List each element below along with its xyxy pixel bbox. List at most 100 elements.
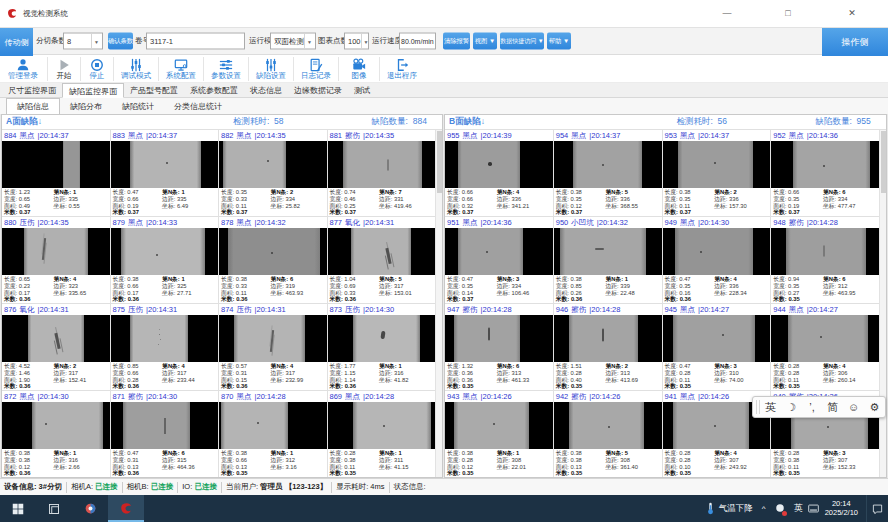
ime-gear-icon[interactable]: ⚙ [864, 401, 885, 414]
defect-card[interactable]: 949黑点|20:14:30长度: 0.47宽度: 0.35面积: 0.16米数… [663, 217, 771, 303]
weather-text[interactable]: 气温下降 [715, 503, 757, 515]
toolbar-button-停止[interactable]: 停止 [82, 55, 112, 83]
ime-punct-icon[interactable]: ’, [802, 401, 823, 413]
defect-meta: 长度: 0.38宽度: 0.28面积: 0.12米数: 0.35第N条: 1边距… [445, 449, 553, 477]
help-menu-button[interactable]: 帮助 ▼ [547, 33, 571, 50]
panel-header: A面缺陷↓检测耗时: 58缺陷数量: 884 [2, 115, 442, 130]
defect-card[interactable]: 876氧化|20:14:31长度: 4.52宽度: 1.46面积: 1.90米数… [2, 304, 110, 390]
ime-moon-icon[interactable]: ☽ [781, 401, 802, 414]
toolbar-button-缺陷设置[interactable]: 缺陷设置 [250, 55, 292, 83]
defect-card[interactable]: 950小凹坑|20:14:32长度: 0.38宽度: 0.85面积: 0.26米… [554, 217, 662, 303]
defect-card[interactable]: 880压伤|20:14:35长度: 0.65宽度: 0.23面积: 0.17米数… [2, 217, 110, 303]
ime-simp-button[interactable]: 简 [822, 400, 843, 415]
toolbar-button-系统配置[interactable]: 系统配置 [160, 55, 202, 83]
defect-card[interactable]: 953黑点|20:14:37长度: 0.38宽度: 0.35面积: 0.11米数… [663, 130, 771, 216]
defect-card[interactable]: 869黑点|20:14:28长度: 0.28宽度: 0.38面积: 0.11米数… [328, 391, 436, 477]
clear-alarm-button[interactable]: 清除报警 [443, 33, 470, 50]
chart-points-select[interactable]: 100▼ [344, 33, 369, 50]
view-menu-button[interactable]: 视图 ▼ [473, 33, 497, 50]
material-band [454, 315, 521, 362]
defect-card[interactable]: 952黑点|20:14:36长度: 0.66宽度: 0.35面积: 0.19米数… [771, 130, 879, 216]
toolbar-button-调试模式[interactable]: 调试模式 [115, 55, 157, 83]
defect-card[interactable]: 883黑点|20:14:37长度: 0.47宽度: 0.66面积: 0.19米数… [111, 130, 219, 216]
main-tab-bar: 尺寸监控界面缺陷监控界面产品型号配置系统参数配置状态信息边缘数据记录测试 [0, 83, 888, 98]
tray-expand-icon[interactable]: ^ [762, 504, 766, 513]
defect-mark [488, 162, 492, 166]
defect-card[interactable]: 872黑点|20:14:30长度: 0.38宽度: 0.38面积: 0.12米数… [2, 391, 110, 477]
scrollbar-thumb[interactable] [437, 131, 442, 193]
defect-card[interactable]: 948擦伤|20:14:28长度: 0.94宽度: 0.35面积: 0.27米数… [771, 217, 879, 303]
ime-indicator[interactable]: 英 [794, 502, 803, 515]
minimize-button[interactable]: — [707, 0, 747, 27]
notification-icon[interactable] [866, 495, 888, 522]
defect-card[interactable]: 871擦伤|20:14:30长度: 0.47宽度: 0.31面积: 0.13米数… [111, 391, 219, 477]
drive-side-button[interactable]: 传动侧 [0, 28, 33, 56]
tray-app-icon[interactable] [775, 503, 785, 515]
start-button[interactable] [0, 495, 36, 522]
confirm-count-button[interactable]: 确认条数 [108, 33, 133, 50]
defect-card[interactable]: 881擦伤|20:14:35长度: 0.74宽度: 0.46面积: 0.25米数… [328, 130, 436, 216]
tab-产品型号配置[interactable]: 产品型号配置 [124, 83, 184, 97]
clock[interactable]: 20:14 2025/2/10 [825, 500, 858, 517]
defect-card-header: 872黑点|20:14:30 [2, 391, 110, 402]
defect-card[interactable]: 877氧化|20:14:31长度: 1.04宽度: 0.69面积: 0.33米数… [328, 217, 436, 303]
defect-card[interactable]: 955黑点|20:14:39长度: 0.66宽度: 0.66面积: 0.32米数… [445, 130, 553, 216]
subtab-分类信息统计[interactable]: 分类信息统计 [164, 99, 232, 114]
pinned-app-icon[interactable] [72, 495, 108, 522]
defect-card-header: 874压伤|20:14:31 [219, 304, 327, 315]
tab-尺寸监控界面[interactable]: 尺寸监控界面 [2, 83, 62, 97]
camera-b-status: 相机B: 已连接 [123, 482, 178, 492]
ime-lang-button[interactable]: 英 [760, 400, 781, 415]
toolbar-button-退出程序[interactable]: 退出程序 [381, 55, 423, 83]
scrollbar-thumb[interactable] [881, 131, 886, 193]
defect-meta: 长度: 1.77宽度: 1.15面积: 1.14米数: 0.36第N条: 1边距… [328, 362, 436, 390]
run-mode-select[interactable]: 双面检测▼ [270, 33, 316, 50]
defect-card[interactable]: 879黑点|20:14:33长度: 0.38宽度: 0.66面积: 0.17米数… [111, 217, 219, 303]
toolbar-button-开始[interactable]: 开始 [49, 55, 79, 83]
tab-测试[interactable]: 测试 [348, 83, 376, 97]
defect-card[interactable]: 954黑点|20:14:37长度: 0.38宽度: 0.35面积: 0.12米数… [554, 130, 662, 216]
defect-card[interactable]: 943黑点|20:14:26长度: 0.38宽度: 0.28面积: 0.12米数… [445, 391, 553, 477]
close-button[interactable]: ✕ [832, 0, 872, 27]
material-band [569, 402, 644, 449]
defect-card[interactable]: 945黑点|20:14:27长度: 0.47宽度: 0.28面积: 0.11米数… [663, 304, 771, 390]
defect-image [111, 141, 219, 188]
defect-card[interactable]: 882黑点|20:14:35长度: 0.35宽度: 0.33面积: 0.11米数… [219, 130, 327, 216]
keyboard-icon[interactable] [808, 504, 819, 513]
data-access-menu-button[interactable]: 数据快捷访问 ▼ [500, 33, 544, 50]
tab-系统参数配置[interactable]: 系统参数配置 [184, 83, 244, 97]
defect-card[interactable]: 870黑点|20:14:28长度: 0.38宽度: 0.66面积: 0.13米数… [219, 391, 327, 477]
tab-边缘数据记录[interactable]: 边缘数据记录 [288, 83, 348, 97]
defect-card[interactable]: 946擦伤|20:14:28长度: 1.51宽度: 0.28面积: 0.40米数… [554, 304, 662, 390]
defect-card[interactable]: 947擦伤|20:14:28长度: 1.32宽度: 0.36面积: 0.36米数… [445, 304, 553, 390]
subtab-缺陷统计[interactable]: 缺陷统计 [112, 99, 164, 114]
ime-smiley-icon[interactable]: ☺ [843, 401, 864, 413]
active-app-icon[interactable] [108, 495, 144, 522]
toolbar-button-参数设置[interactable]: 参数设置 [205, 55, 247, 83]
defect-card[interactable]: 874压伤|20:14:31长度: 0.57宽度: 0.31面积: 0.15米数… [219, 304, 327, 390]
maximize-button[interactable]: □ [768, 0, 808, 27]
toolbar-button-日志记录[interactable]: 日志记录 [295, 55, 337, 83]
defect-card[interactable]: 875压伤|20:14:31长度: 0.85宽度: 0.66面积: 0.28米数… [111, 304, 219, 390]
defect-card[interactable]: 884黑点|20:14:37长度: 1.23宽度: 0.65面积: 0.49米数… [2, 130, 110, 216]
toolbar-button-label: 管理登录 [8, 72, 38, 80]
tab-缺陷监控界面[interactable]: 缺陷监控界面 [62, 83, 124, 98]
subtab-缺陷信息[interactable]: 缺陷信息 [6, 98, 60, 114]
defect-card[interactable]: 878黑点|20:14:32长度: 0.38宽度: 0.33面积: 0.11米数… [219, 217, 327, 303]
operator-side-button[interactable]: 操作侧 [822, 28, 888, 56]
panel-scrollbar[interactable] [879, 130, 886, 477]
toolbar-button-管理登录[interactable]: 管理登录 [0, 55, 46, 83]
subtab-缺陷分布[interactable]: 缺陷分布 [60, 99, 112, 114]
defect-card[interactable]: 942擦伤|20:14:26长度: 0.38宽度: 0.38面积: 0.13米数… [554, 391, 662, 477]
defect-card-header: 878黑点|20:14:32 [219, 217, 327, 228]
defect-card[interactable]: 944黑点|20:14:27长度: 0.28宽度: 0.28面积: 0.11米数… [771, 304, 879, 390]
roll-input[interactable]: 3117-1 [146, 33, 245, 50]
defect-card[interactable]: 873压伤|20:14:30长度: 1.77宽度: 1.15面积: 1.14米数… [328, 304, 436, 390]
toolbar-separator [47, 57, 48, 81]
strip-count-select[interactable]: 8▼ [63, 33, 103, 50]
panel-scrollbar[interactable] [435, 130, 442, 477]
task-view-button[interactable] [36, 495, 72, 522]
defect-card[interactable]: 951黑点|20:14:36长度: 0.47宽度: 0.35面积: 0.14米数… [445, 217, 553, 303]
tab-状态信息[interactable]: 状态信息 [244, 83, 288, 97]
toolbar-button-图像[interactable]: 图像 [340, 55, 378, 83]
